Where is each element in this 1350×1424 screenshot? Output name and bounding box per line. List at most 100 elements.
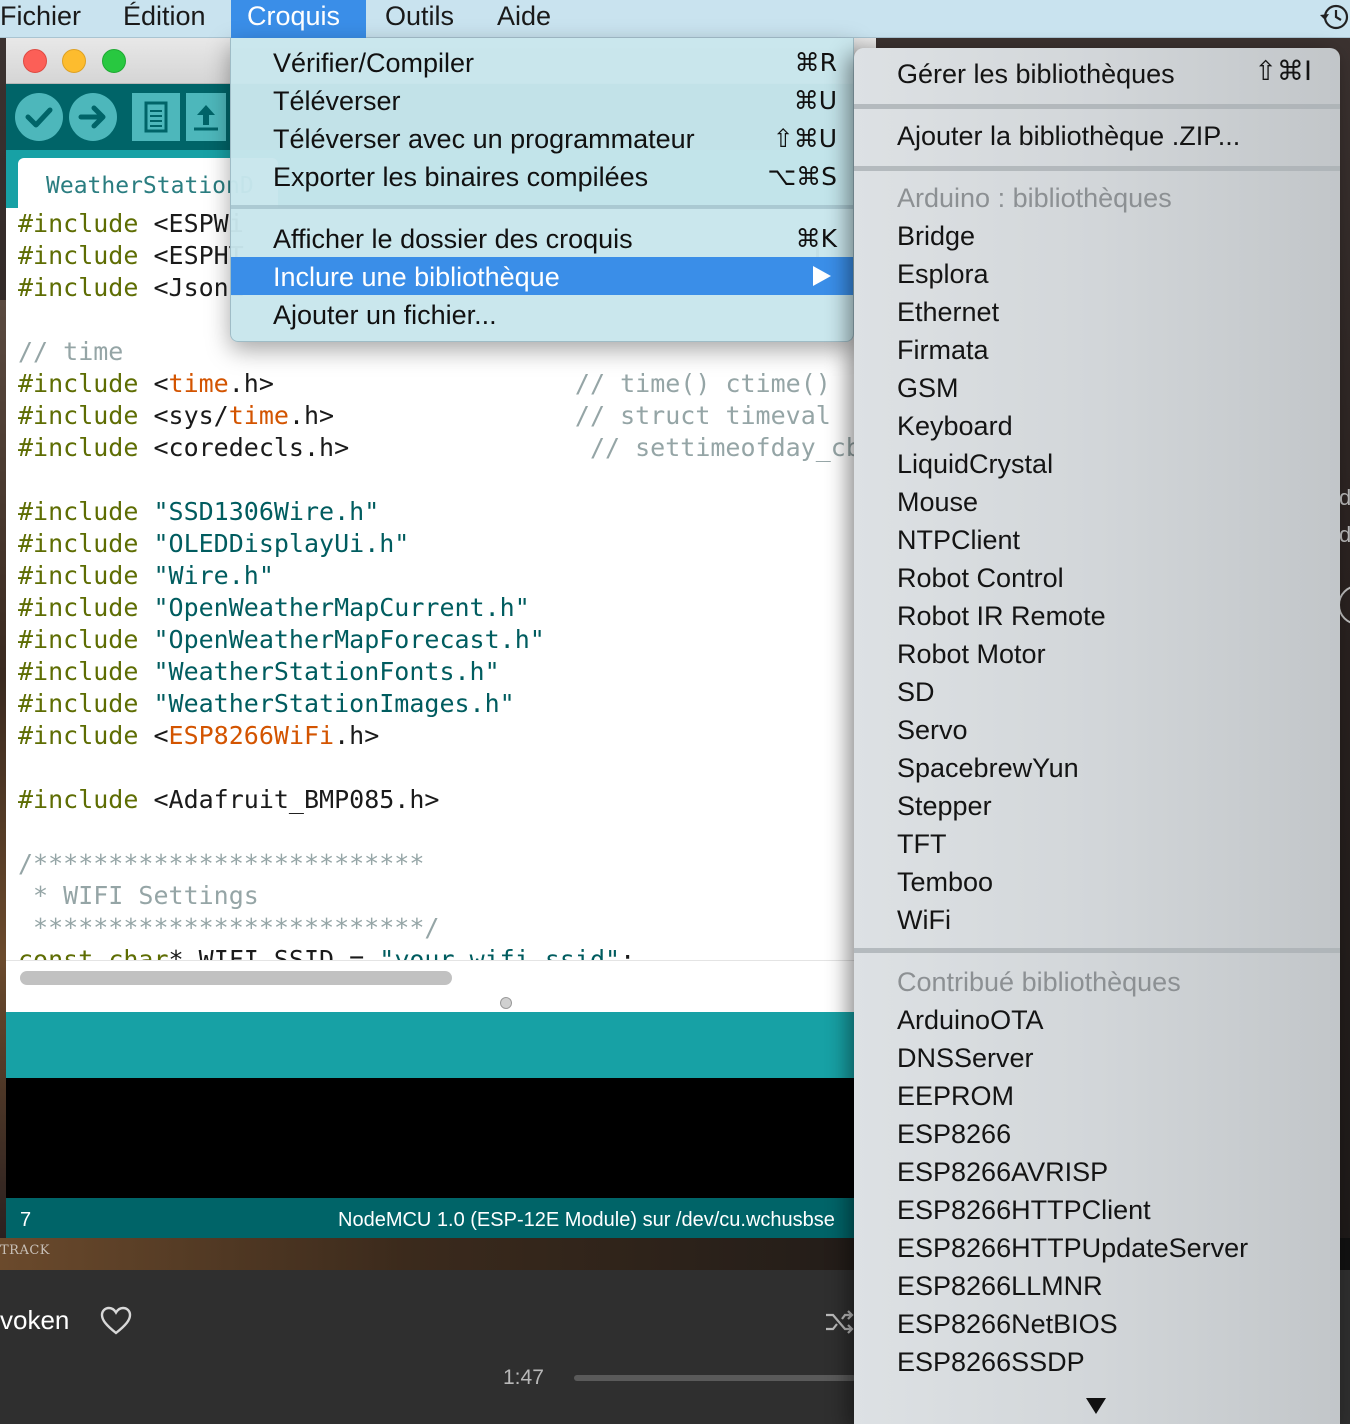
shuffle-icon[interactable] (824, 1308, 856, 1336)
menu-outils[interactable]: Outils (369, 0, 470, 38)
submenu-arrow-icon (813, 266, 831, 286)
library-item[interactable]: ESP8266LLMNR (897, 1267, 1103, 1305)
open-sketch-button[interactable] (186, 93, 226, 141)
library-item[interactable]: NTPClient (897, 521, 1020, 559)
add-zip-library-item[interactable]: Ajouter la bibliothèque .ZIP... (897, 117, 1240, 155)
code-token: <coredecls.h> (138, 433, 350, 462)
menu-item-add-file[interactable]: Ajouter un fichier... (231, 295, 853, 333)
playback-progress-bar[interactable] (574, 1375, 856, 1381)
library-item[interactable]: EEPROM (897, 1077, 1014, 1115)
library-item[interactable]: Mouse (897, 483, 978, 521)
new-sketch-button[interactable] (132, 93, 180, 141)
library-item[interactable]: SD (897, 673, 935, 711)
menu-item-label: Ajouter un fichier... (273, 300, 497, 330)
code-token: "your_wifi_ssid" (379, 945, 621, 960)
croquis-menu: Vérifier/Compiler ⌘R Téléverser ⌘U Télév… (230, 38, 854, 342)
library-item[interactable]: Bridge (897, 217, 975, 255)
code-line: #include "WeatherStationFonts.h" (18, 656, 500, 688)
library-item[interactable]: Robot Motor (897, 635, 1046, 673)
code-token: #include (18, 593, 139, 622)
background-text-fragment: d (1339, 522, 1350, 547)
menu-croquis[interactable]: Croquis (231, 0, 366, 38)
library-item[interactable]: Robot Control (897, 559, 1064, 597)
library-item[interactable]: Esplora (897, 255, 989, 293)
library-item[interactable]: TFT (897, 825, 946, 863)
menu-separator (854, 948, 1340, 953)
library-item[interactable]: Keyboard (897, 407, 1013, 445)
library-item[interactable]: Servo (897, 711, 968, 749)
song-title[interactable]: voken (0, 1305, 69, 1336)
scroll-down-arrow-icon[interactable] (1086, 1398, 1106, 1414)
menu-fichier[interactable]: Fichier (0, 0, 97, 38)
code-token: #include (18, 241, 139, 270)
code-token: "OpenWeatherMapForecast.h" (138, 625, 545, 654)
code-token: * WIFI_SSID = (168, 945, 380, 960)
code-line: #include <Adafruit_BMP085.h> (18, 784, 439, 816)
code-token: "OLEDDisplayUi.h" (138, 529, 410, 558)
code-token: #include (18, 401, 139, 430)
library-item[interactable]: Robot IR Remote (897, 597, 1106, 635)
code-token: // time() ctime() (273, 369, 831, 398)
upload-button[interactable] (69, 93, 117, 141)
menu-item-label: Afficher le dossier des croquis (273, 224, 633, 254)
code-line: #include "WeatherStationImages.h" (18, 688, 515, 720)
code-token: < (138, 369, 169, 398)
library-item[interactable]: ESP8266AVRISP (897, 1153, 1108, 1191)
code-token: // struct timeval (334, 401, 831, 430)
library-item[interactable]: Stepper (897, 787, 992, 825)
code-line: const char* WIFI_SSID = "your_wifi_ssid"… (18, 944, 635, 960)
code-token: < (138, 721, 169, 750)
code-token: #include (18, 785, 139, 814)
library-item[interactable]: ESP8266NetBIOS (897, 1305, 1118, 1343)
code-token: #include (18, 209, 139, 238)
code-line: #include "SSD1306Wire.h" (18, 496, 379, 528)
library-item[interactable]: ESP8266HTTPClient (897, 1191, 1151, 1229)
horizontal-scrollbar[interactable] (6, 960, 876, 994)
code-token: .h> (334, 721, 380, 750)
code-token: #include (18, 721, 139, 750)
code-token: * WIFI Settings (18, 881, 259, 910)
menu-item-include-library[interactable]: Inclure une bibliothèque (231, 257, 853, 295)
menu-item-label: Gérer les bibliothèques (897, 59, 1175, 89)
library-item[interactable]: ESP8266SSDP (897, 1343, 1085, 1381)
menu-edition[interactable]: Édition (107, 0, 222, 38)
checkmark-icon (25, 107, 53, 128)
library-item[interactable]: Temboo (897, 863, 993, 901)
library-item[interactable]: Firmata (897, 331, 989, 369)
heart-icon[interactable] (100, 1306, 132, 1336)
menu-item-show-sketch-folder[interactable]: Afficher le dossier des croquis ⌘K (231, 219, 853, 257)
code-line: * WIFI Settings (18, 880, 259, 912)
menu-item-verify[interactable]: Vérifier/Compiler ⌘R (231, 43, 853, 81)
code-token: **************************/ (18, 913, 440, 942)
menu-aide[interactable]: Aide (481, 0, 567, 38)
library-item[interactable]: SpacebrewYun (897, 749, 1079, 787)
scrollbar-thumb[interactable] (20, 971, 452, 985)
code-line: /************************** (18, 848, 424, 880)
maximize-window-button[interactable] (102, 49, 126, 73)
library-item[interactable]: ESP8266HTTPUpdateServer (897, 1229, 1248, 1267)
code-token: "Wire.h" (138, 561, 274, 590)
console-output[interactable] (6, 1078, 876, 1198)
verify-button[interactable] (15, 93, 63, 141)
close-window-button[interactable] (23, 49, 47, 73)
library-item[interactable]: ESP8266 (897, 1115, 1011, 1153)
menu-item-upload[interactable]: Téléverser ⌘U (231, 81, 853, 119)
code-token: <sys/ (138, 401, 229, 430)
menu-item-upload-programmer[interactable]: Téléverser avec un programmateur ⇧⌘U (231, 119, 853, 157)
code-line: #include "OpenWeatherMapForecast.h" (18, 624, 545, 656)
library-item[interactable]: GSM (897, 369, 959, 407)
code-token: "SSD1306Wire.h" (138, 497, 380, 526)
library-item[interactable]: ArduinoOTA (897, 1001, 1044, 1039)
code-line: #include "Wire.h" (18, 560, 274, 592)
library-item[interactable]: Ethernet (897, 293, 999, 331)
menu-item-export-binaries[interactable]: Exporter les binaires compilées ⌥⌘S (231, 157, 853, 195)
contributed-libraries-header: Contribué bibliothèques (897, 967, 1181, 997)
menu-item-label: Vérifier/Compiler (273, 48, 475, 78)
pane-split-handle[interactable] (500, 997, 512, 1009)
time-machine-icon[interactable] (1318, 2, 1350, 32)
library-item[interactable]: WiFi (897, 901, 951, 939)
library-item[interactable]: LiquidCrystal (897, 445, 1053, 483)
library-item[interactable]: DNSServer (897, 1039, 1034, 1077)
minimize-window-button[interactable] (62, 49, 86, 73)
